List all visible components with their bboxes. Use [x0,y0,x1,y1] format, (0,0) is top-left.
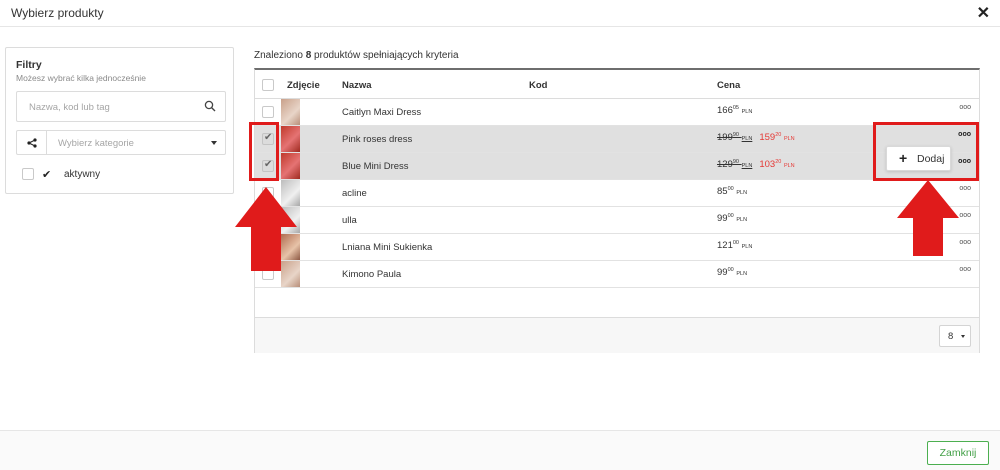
filters-title: Filtry [16,59,42,71]
per-page-select[interactable]: 8 [939,325,971,347]
table-row[interactable]: Kimono Paula 9900 PLN ooo [255,261,979,288]
highlight-box-checkboxes [249,122,279,181]
product-price: 12990 PLN 10320 PLN [717,159,795,171]
active-filter[interactable]: ✔ aktywny [22,168,100,182]
search-icon[interactable] [204,100,216,115]
per-page-value: 8 [948,331,954,342]
filters-panel: Filtry Możesz wybrać kilka jednocześnie … [5,47,234,194]
product-thumbnail [281,126,300,152]
modal-footer [0,430,1000,470]
table-row[interactable]: Lniana Mini Sukienka 12100 PLN ooo [255,234,979,261]
plus-icon: + [899,150,908,166]
product-price: 19990 PLN 15920 PLN [717,132,795,144]
close-icon[interactable]: ✕ [977,3,990,23]
header-photo: Zdjęcie [287,80,320,91]
product-price: 8500 PLN [717,186,748,198]
header-code: Kod [529,80,548,91]
results-count: 8 [305,50,312,61]
product-name: acline [342,188,367,199]
filters-subtitle: Możesz wybrać kilka jednocześnie [16,73,146,83]
more-options-icon[interactable]: ooo [959,212,971,219]
share-icon [17,131,47,154]
product-thumbnail [281,153,300,179]
chevron-down-icon [961,335,965,338]
active-checkbox[interactable] [22,168,34,180]
product-name: ulla [342,215,357,226]
table-row[interactable]: ✔ Blue Mini Dress 12990 PLN 10320 PLN ooo [255,153,979,180]
add-popup[interactable]: + Dodaj [886,146,951,171]
chevron-down-icon [211,141,217,145]
table-row[interactable]: ulla 9900 PLN ooo [255,207,979,234]
table-row[interactable]: ✔ Pink roses dress 19990 PLN 15920 PLN oo… [255,126,979,153]
more-options-icon[interactable]: ooo [959,239,971,246]
row-checkbox[interactable] [262,106,274,118]
more-options-icon[interactable]: ooo [959,266,971,273]
add-label: Dodaj [917,153,945,165]
active-label: aktywny [64,169,101,180]
select-all-checkbox[interactable] [262,79,274,91]
product-thumbnail [281,99,300,125]
product-name: Kimono Paula [342,269,402,280]
modal-header: Wybierz produkty ✕ [0,0,1000,27]
product-price: 12100 PLN [717,240,753,252]
table-footer: 8 [255,317,979,353]
arrow-up-icon [235,187,297,271]
table-row[interactable]: acline 8500 PLN ooo [255,180,979,207]
product-price: 9900 PLN [717,267,748,279]
close-button[interactable]: Zamknij [927,441,989,465]
products-table: Zdjęcie Nazwa Kod Cena Caitlyn Maxi Dres… [254,68,980,353]
product-price: 9900 PLN [717,213,748,225]
check-icon: ✔ [42,169,52,181]
results-summary: Znaleziono 8 produktów spełniających kry… [254,50,459,61]
search-placeholder: Nazwa, kod lub tag [29,102,110,113]
header-price: Cena [717,80,741,91]
modal-title: Wybierz produkty [11,6,104,20]
table-header: Zdjęcie Nazwa Kod Cena [255,70,979,99]
product-name: Lniana Mini Sukienka [342,242,433,253]
header-name: Nazwa [342,80,372,91]
more-options-icon[interactable]: ooo [959,185,971,192]
product-name: Caitlyn Maxi Dress [342,107,422,118]
product-price: 16605 PLN [717,105,753,117]
category-select[interactable]: Wybierz kategorie [16,130,226,155]
search-input[interactable]: Nazwa, kod lub tag [16,91,226,122]
more-options-icon[interactable]: ooo [959,104,971,111]
table-row[interactable]: Caitlyn Maxi Dress 16605 PLN ooo [255,99,979,126]
product-name: Pink roses dress [342,134,413,145]
category-placeholder: Wybierz kategorie [58,138,134,149]
product-name: Blue Mini Dress [342,161,409,172]
arrow-up-icon [897,180,959,256]
